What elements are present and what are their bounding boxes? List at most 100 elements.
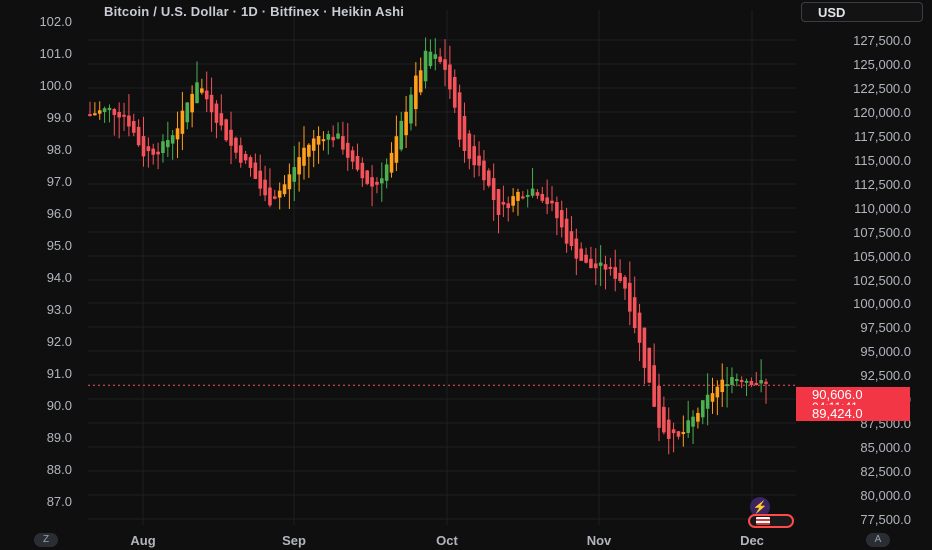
candle-body bbox=[229, 129, 233, 146]
candle-body bbox=[438, 56, 442, 62]
candle-body bbox=[375, 181, 379, 185]
left-axis-tick: 99.0 bbox=[47, 110, 72, 125]
candle-body bbox=[238, 145, 243, 163]
left-axis-tick: 94.0 bbox=[47, 270, 72, 285]
candle-body bbox=[117, 112, 121, 118]
candle-body bbox=[156, 151, 160, 155]
right-axis-tick: 127,500.0 bbox=[853, 33, 911, 48]
candle-body bbox=[307, 144, 311, 157]
x-axis-label: Sep bbox=[282, 533, 306, 548]
chart-title: Bitcoin / U.S. Dollar · 1D · Bitfinex · … bbox=[104, 4, 405, 19]
candle-body bbox=[710, 393, 715, 402]
candle-body bbox=[311, 138, 316, 151]
candle-body bbox=[248, 157, 253, 168]
candle-body bbox=[754, 383, 759, 386]
left-axis-tick: 102.0 bbox=[39, 14, 72, 29]
left-axis-tick: 93.0 bbox=[47, 302, 72, 317]
candle-body bbox=[214, 103, 219, 123]
candle-body bbox=[486, 170, 491, 186]
candle-body bbox=[593, 263, 598, 269]
candle-body bbox=[234, 137, 238, 153]
candle-body bbox=[321, 139, 326, 142]
left-axis-tick: 89.0 bbox=[47, 430, 72, 445]
currency-button[interactable]: USD bbox=[801, 2, 923, 22]
candle-body bbox=[584, 254, 588, 263]
candle-body bbox=[452, 76, 457, 108]
candle-body bbox=[355, 155, 360, 170]
candle-body bbox=[448, 64, 452, 90]
candle-body bbox=[287, 174, 292, 190]
candle-body bbox=[491, 178, 496, 200]
left-axis-tick: 90.0 bbox=[47, 398, 72, 413]
x-axis-label: Oct bbox=[436, 533, 458, 548]
auto-scale-button[interactable]: A bbox=[866, 533, 890, 547]
candle-body bbox=[662, 406, 666, 433]
candle-body bbox=[666, 419, 671, 439]
candle-body bbox=[389, 152, 394, 173]
candle-body bbox=[282, 184, 287, 195]
candle-body bbox=[759, 380, 763, 384]
candle-body bbox=[370, 177, 374, 187]
candle-body bbox=[467, 133, 472, 159]
left-axis-tick: 87.0 bbox=[47, 494, 72, 509]
candle-body bbox=[550, 200, 554, 204]
candle-body bbox=[501, 202, 506, 205]
price-chart[interactable]: 102.0 101.0 100.0 99.0 98.0 97.0 96.0 95.0 94.0 9… bbox=[0, 0, 932, 550]
candle-body bbox=[428, 51, 433, 67]
x-axis-label: Aug bbox=[130, 533, 155, 548]
left-axis-tick: 98.0 bbox=[47, 142, 72, 157]
candle-body bbox=[511, 196, 515, 206]
candle-body bbox=[647, 347, 652, 383]
candle-body bbox=[268, 187, 272, 206]
candle-body bbox=[739, 380, 744, 383]
candle-body bbox=[696, 412, 700, 422]
candle-body bbox=[642, 327, 647, 368]
candle-body bbox=[423, 50, 428, 82]
left-axis: 102.0 101.0 100.0 99.0 98.0 97.0 96.0 95.0 94.0 9… bbox=[39, 14, 72, 509]
zoom-button[interactable]: Z bbox=[34, 533, 58, 547]
candle-body bbox=[161, 141, 165, 154]
candle-body bbox=[676, 431, 681, 437]
candle-body bbox=[190, 93, 194, 113]
candle-body bbox=[151, 148, 156, 155]
chart-grid bbox=[88, 10, 796, 525]
candle-body bbox=[457, 92, 462, 140]
candle-body bbox=[170, 135, 175, 144]
left-axis-tick: 88.0 bbox=[47, 462, 72, 477]
candle-body bbox=[204, 90, 209, 100]
candle-body bbox=[365, 170, 370, 184]
candle-body bbox=[131, 121, 136, 133]
candle-body bbox=[175, 128, 180, 140]
candle-body bbox=[292, 167, 297, 182]
right-axis-tick: 122,500.0 bbox=[853, 81, 911, 96]
left-axis-tick: 92.0 bbox=[47, 334, 72, 349]
candle-body bbox=[433, 54, 438, 59]
candle-body bbox=[316, 136, 321, 145]
candle-body bbox=[720, 379, 725, 393]
x-axis-label: Nov bbox=[587, 533, 612, 548]
candle-body bbox=[345, 142, 350, 158]
candle-body bbox=[404, 111, 408, 136]
candle-body bbox=[102, 108, 107, 112]
right-axis-tick: 77,500.0 bbox=[860, 512, 911, 527]
candle-body bbox=[632, 297, 637, 329]
right-axis-tick: 125,000.0 bbox=[853, 57, 911, 72]
candle-body bbox=[224, 119, 228, 141]
right-axis-tick: 117,500.0 bbox=[854, 129, 911, 144]
candle-body bbox=[482, 160, 486, 181]
right-axis-tick: 115,000.0 bbox=[854, 153, 911, 168]
candle-body bbox=[273, 196, 277, 199]
candle-body bbox=[302, 147, 306, 166]
us-flag-icon[interactable] bbox=[748, 514, 794, 528]
candle-body bbox=[341, 136, 345, 150]
candle-body bbox=[277, 190, 282, 198]
candle-body bbox=[399, 120, 404, 150]
candle-body bbox=[652, 365, 656, 407]
candle-body bbox=[107, 107, 112, 111]
candle-body bbox=[93, 113, 97, 116]
candle-body bbox=[691, 416, 695, 427]
candle-body bbox=[331, 136, 335, 141]
candle-body bbox=[681, 432, 686, 435]
candle-body bbox=[472, 146, 477, 166]
left-axis-tick: 100.0 bbox=[39, 78, 72, 93]
